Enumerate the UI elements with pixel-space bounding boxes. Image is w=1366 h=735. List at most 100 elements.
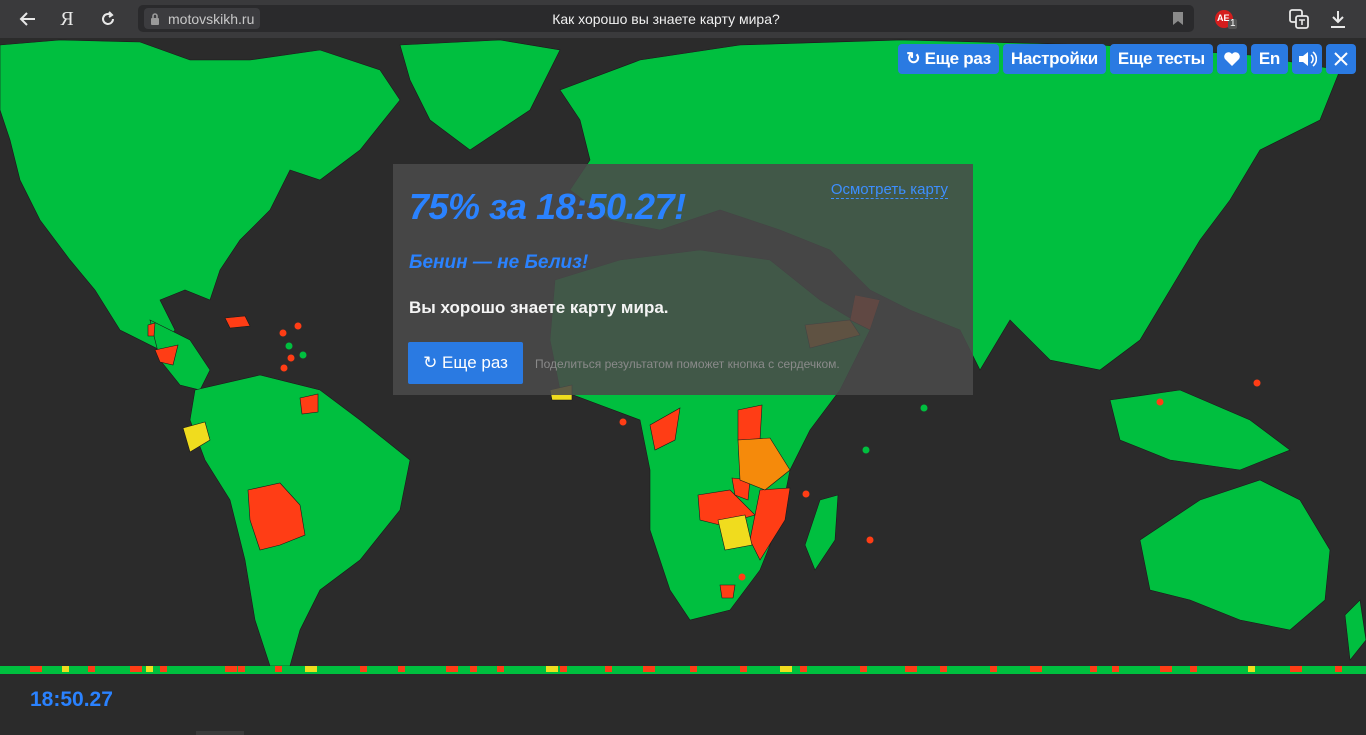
reload-button[interactable] — [90, 0, 126, 38]
island-marker[interactable] — [285, 342, 293, 350]
island-marker[interactable] — [738, 573, 746, 581]
region-australia[interactable] — [1139, 479, 1331, 631]
progress-segment — [130, 666, 142, 672]
close-icon — [1334, 52, 1348, 66]
island-marker[interactable] — [920, 404, 928, 412]
progress-segment — [643, 666, 655, 672]
progress-segment — [1160, 666, 1172, 672]
island-marker[interactable] — [1156, 398, 1164, 406]
progress-segment — [560, 666, 567, 672]
progress-segment — [470, 666, 477, 672]
country-uganda[interactable] — [737, 404, 763, 441]
last-mistake: Бенин — не Белиз! — [409, 252, 589, 273]
progress-segment — [990, 666, 997, 672]
yandex-icon: Я — [60, 7, 74, 30]
progress-segment — [30, 666, 42, 672]
extension-label: AE — [1217, 13, 1230, 23]
progress-segment — [1190, 666, 1197, 672]
island-marker[interactable] — [1253, 379, 1261, 387]
progress-segment — [1030, 666, 1042, 672]
reload-icon — [102, 11, 114, 25]
progress-segment — [360, 666, 367, 672]
region-north-america[interactable] — [0, 39, 401, 351]
share-hint: Поделиться результатом поможет кнопка с … — [535, 357, 840, 371]
progress-segment — [860, 666, 867, 672]
page-title: Как хорошо вы знаете карту мира? — [552, 10, 780, 27]
island-marker[interactable] — [299, 351, 307, 359]
progress-segment — [905, 666, 917, 672]
progress-segment — [1090, 666, 1097, 672]
progress-segment — [1112, 666, 1119, 672]
close-button[interactable] — [1326, 44, 1356, 74]
score-heading: 75% за 18:50.27! — [409, 186, 686, 227]
domain-chip[interactable]: motovskikh.ru — [144, 8, 261, 29]
island-marker[interactable] — [287, 354, 295, 362]
review-map-link[interactable]: Осмотреть карту — [830, 181, 948, 199]
progress-segment — [88, 666, 95, 672]
progress-segment — [398, 666, 405, 672]
island-marker[interactable] — [279, 329, 287, 337]
progress-segment — [146, 666, 153, 672]
region-new-zealand[interactable] — [1344, 599, 1366, 661]
progress-segment — [940, 666, 947, 672]
language-button[interactable]: En — [1250, 44, 1288, 74]
island-marker[interactable] — [802, 490, 810, 498]
lock-icon — [151, 12, 159, 25]
progress-segment — [160, 666, 167, 672]
verdict-text: Вы хорошо знаете карту мира. — [409, 298, 669, 317]
island-marker[interactable] — [862, 446, 870, 454]
domain-text: motovskikh.ru — [168, 10, 255, 27]
browser-toolbar: Я motovskikh.ru Как хорошо вы знаете кар… — [0, 0, 1366, 38]
progress-segment — [238, 666, 245, 672]
progress-segment — [780, 666, 792, 672]
progress-segment — [605, 666, 612, 672]
region-greenland[interactable] — [399, 39, 561, 151]
progress-segment — [800, 666, 807, 672]
island-marker[interactable] — [294, 322, 302, 330]
more-tests-button[interactable]: Еще тесты — [1109, 44, 1213, 74]
island-marker[interactable] — [619, 418, 627, 426]
progress-segment — [1290, 666, 1302, 672]
game-toolbar: ↻ Еще раз Настройки Еще тесты En — [898, 44, 1356, 74]
progress-segment — [1335, 666, 1342, 672]
progress-strip — [0, 666, 1366, 674]
bottom-scroll-hint — [196, 731, 244, 735]
country-eswatini[interactable] — [719, 584, 736, 599]
country-belize[interactable] — [147, 322, 156, 337]
progress-segment — [62, 666, 69, 672]
region-indonesia[interactable] — [1109, 389, 1291, 471]
progress-segment — [1248, 666, 1255, 672]
back-icon — [19, 12, 35, 26]
sound-icon — [1299, 51, 1317, 67]
result-panel: 75% за 18:50.27! Осмотреть карту Бенин —… — [393, 164, 973, 395]
settings-button[interactable]: Настройки — [1002, 44, 1106, 74]
progress-segment — [225, 666, 237, 672]
extension-button[interactable]: AE 1 — [1214, 8, 1238, 30]
progress-segment — [305, 666, 317, 672]
heart-icon — [1224, 52, 1240, 66]
island-marker[interactable] — [280, 364, 288, 372]
progress-segment — [446, 666, 458, 672]
translate-button[interactable] — [1281, 0, 1317, 38]
again-button[interactable]: ↻ Еще раз — [408, 342, 523, 384]
extension-badge: 1 — [1230, 18, 1236, 29]
progress-segment — [546, 666, 558, 672]
sound-button[interactable] — [1292, 44, 1322, 74]
again-button-top[interactable]: ↻ Еще раз — [898, 44, 999, 74]
back-button[interactable] — [10, 0, 46, 38]
progress-segment — [497, 666, 504, 672]
progress-segment — [275, 666, 282, 672]
timer: 18:50.27 — [30, 688, 113, 711]
yandex-button[interactable]: Я — [49, 0, 85, 38]
progress-segment — [690, 666, 697, 672]
share-button[interactable] — [1216, 44, 1247, 74]
region-madagascar[interactable] — [804, 494, 839, 571]
island-marker[interactable] — [866, 536, 874, 544]
country-haiti[interactable] — [224, 315, 251, 329]
address-bar[interactable]: motovskikh.ru Как хорошо вы знаете карту… — [138, 5, 1194, 32]
download-icon — [1331, 11, 1345, 28]
progress-segment — [740, 666, 747, 672]
translate-icon — [1289, 9, 1309, 29]
bookmark-icon[interactable] — [1172, 11, 1184, 26]
download-button[interactable] — [1320, 0, 1356, 38]
